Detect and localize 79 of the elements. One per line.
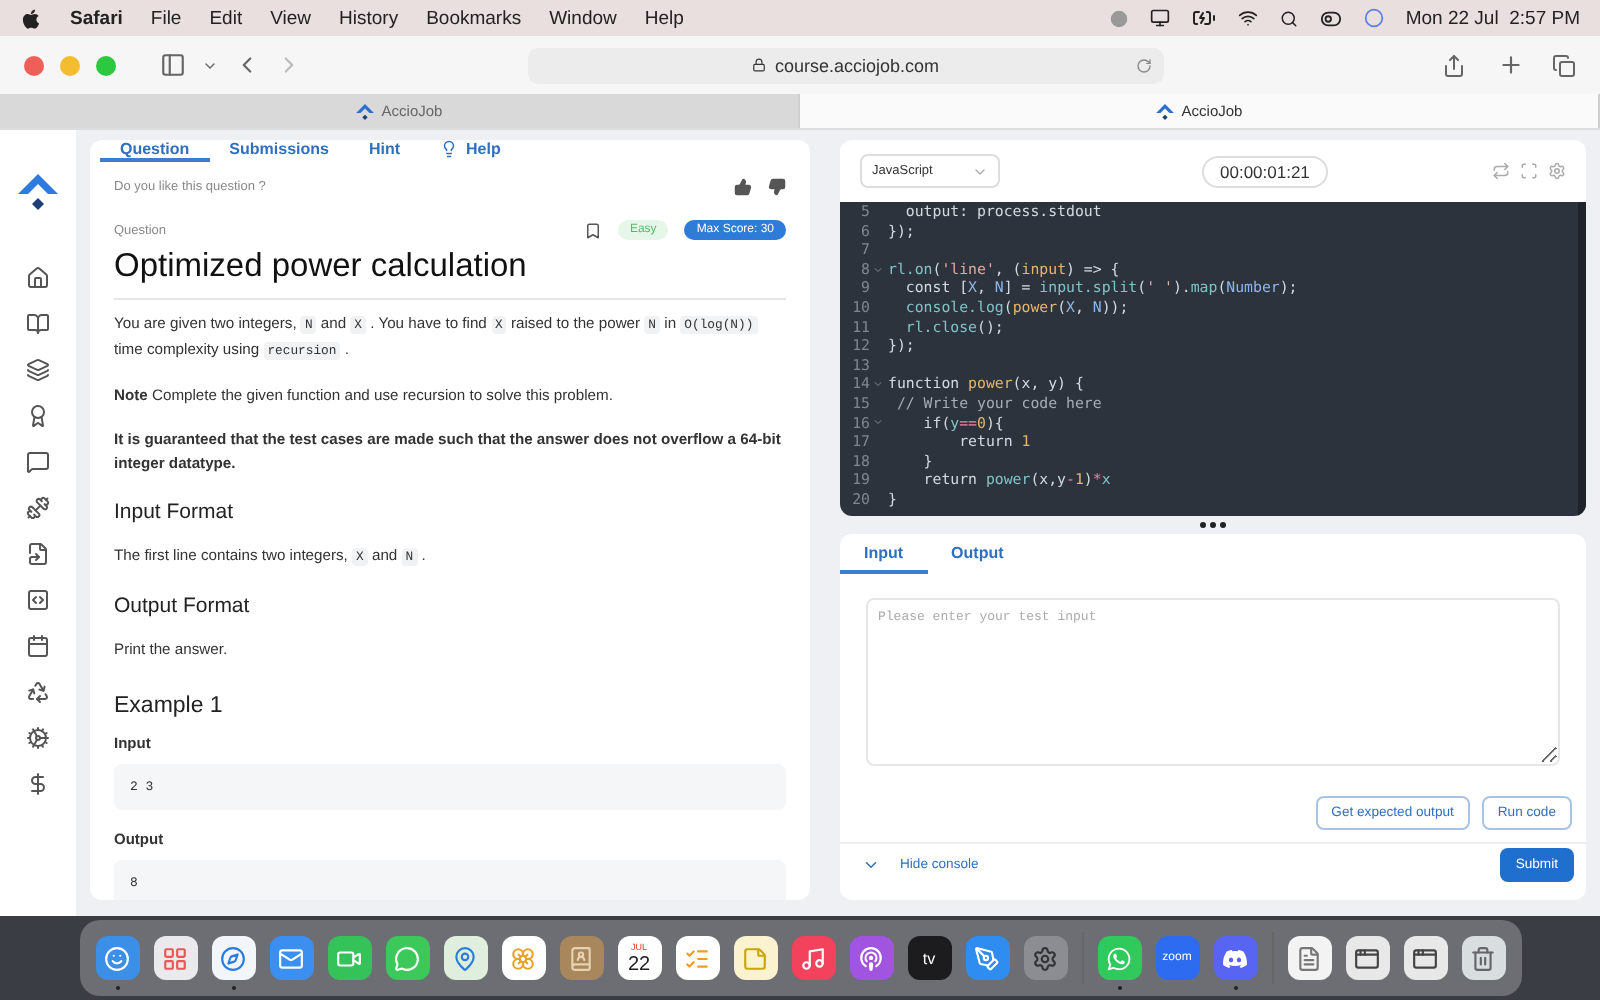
question-tab[interactable]: Hint [348,140,421,162]
apple-logo-icon[interactable] [20,7,42,29]
dollar-icon[interactable] [26,772,50,796]
game-controller-icon [1222,945,1248,971]
menu-item[interactable]: View [270,7,312,29]
code-icon[interactable] [26,588,50,612]
document-icon [1296,945,1322,971]
grid-icon [162,945,188,971]
siri-icon[interactable] [1363,8,1384,28]
trash-icon [1470,945,1496,971]
section-heading: Input Format [114,500,236,524]
chat-bubble-icon [394,945,420,971]
question-tab[interactable]: Help [420,140,521,162]
wifi-icon[interactable] [1237,8,1258,28]
logo-icon [1155,103,1174,119]
question-tab[interactable]: Question [100,140,210,162]
gear-icon [1032,945,1058,971]
message-icon[interactable] [26,450,50,474]
logo-icon [355,103,374,119]
thumbs-down-icon[interactable] [768,178,786,196]
mail-icon [278,945,304,971]
contacts-book-icon [568,945,594,971]
menu-item[interactable]: File [150,7,182,29]
battery-icon[interactable] [1191,6,1216,30]
file-icon[interactable] [26,542,50,566]
display-icon[interactable] [1149,8,1170,28]
menu-item[interactable]: Help [644,7,684,29]
music-note-icon [800,945,826,971]
share-icon[interactable] [1442,53,1466,77]
home-icon[interactable] [26,266,50,290]
bookmark-icon[interactable] [583,221,602,239]
pen-icon [974,945,1000,971]
address-bar[interactable]: course.acciojob.com [528,47,1164,83]
podcast-icon [858,945,884,971]
flower-icon [510,945,536,971]
dumbbell-icon[interactable] [26,496,50,520]
checklist-icon [684,945,710,971]
phone-chat-icon [1106,945,1132,971]
menu-item[interactable]: Edit [209,7,243,29]
window-thumbnail-icon [1354,945,1380,971]
console-tab[interactable]: Input [840,534,928,574]
question-tab[interactable]: Submissions [209,140,349,162]
award-icon[interactable] [26,404,50,428]
lightbulb-icon [440,140,459,158]
menu-item[interactable]: History [339,7,399,29]
recycle-icon[interactable] [26,680,50,704]
calendar-icon[interactable] [26,634,50,658]
dock-app-button[interactable] [1097,936,1141,990]
tabs-overview-icon[interactable] [1552,53,1576,77]
logo-icon[interactable] [18,174,58,210]
new-tab-icon[interactable] [1498,52,1524,78]
sidebar-icon[interactable] [160,52,186,78]
menu-item[interactable]: Bookmarks [426,7,522,29]
dock-app-button[interactable] [1213,936,1257,990]
dock-app-button[interactable] [95,936,139,990]
layers-icon[interactable] [26,358,50,382]
close-button[interactable] [24,55,44,75]
code-editor[interactable] [840,202,1586,516]
window-thumbnail-icon [1412,945,1438,971]
thumbs-up-icon[interactable] [734,178,752,196]
notepad-icon [742,945,768,971]
control-center-icon[interactable] [1319,7,1342,29]
menu-item[interactable]: Safari [70,7,123,29]
section-heading: Output Format [114,594,252,618]
timer-text: 00:00:01:21 [1202,155,1328,187]
compass-icon [220,945,246,971]
face-icon [104,945,130,971]
question-title: Optimized power calculation [114,248,786,300]
console-tab[interactable]: Output [927,534,1028,574]
dock-app-button[interactable] [211,936,255,990]
menu-item[interactable]: Window [549,7,617,29]
chevron-down-icon [862,856,880,874]
search-icon[interactable] [1279,9,1298,27]
video-camera-icon [336,945,362,971]
map-icon [452,945,478,971]
section-heading: Example 1 [114,694,225,718]
book-icon[interactable] [26,312,50,336]
clock-text: Mon 22 Jul 2:57 PM [1405,7,1580,29]
cog-icon[interactable] [26,726,50,750]
